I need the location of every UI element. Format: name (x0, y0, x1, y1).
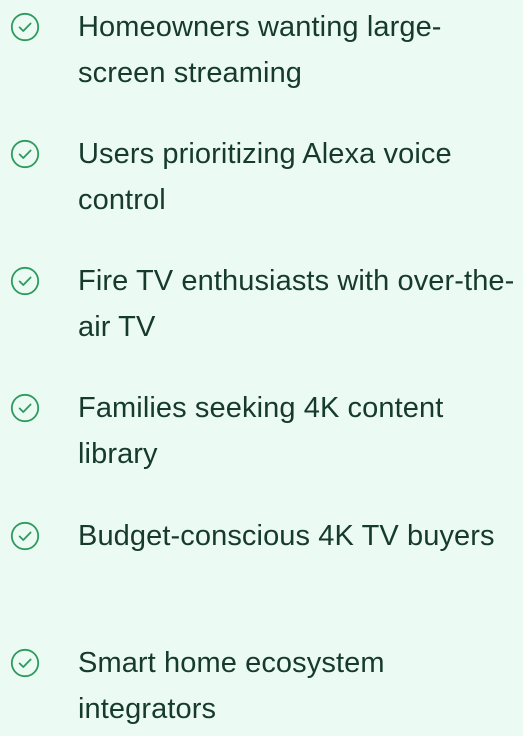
list-item-label: Families seeking 4K content library (78, 392, 444, 470)
list-item: Fire TV enthusiasts with over-the-air TV (0, 258, 523, 354)
list-item: Families seeking 4K content library (0, 385, 523, 481)
check-circle-icon (10, 521, 40, 551)
audience-list: Homeowners wanting large-screen streamin… (0, 0, 523, 729)
list-item-label: Fire TV enthusiasts with over-the-air TV (78, 265, 515, 343)
check-circle-icon (10, 139, 40, 169)
list-item: Budget-conscious 4K TV buyers (0, 513, 523, 609)
list-item-label: Users prioritizing Alexa voice control (78, 138, 452, 216)
list-item-label: Smart home ecosystem integrators (78, 647, 385, 725)
check-circle-icon (10, 12, 40, 42)
list-item: Homeowners wanting large-screen streamin… (0, 4, 523, 100)
check-circle-icon (10, 648, 40, 678)
list-item-label: Homeowners wanting large-screen streamin… (78, 11, 442, 89)
check-circle-icon (10, 266, 40, 296)
check-circle-icon (10, 393, 40, 423)
list-item-label: Budget-conscious 4K TV buyers (78, 520, 495, 552)
list-item: Users prioritizing Alexa voice control (0, 131, 523, 227)
list-item: Smart home ecosystem integrators (0, 640, 523, 736)
